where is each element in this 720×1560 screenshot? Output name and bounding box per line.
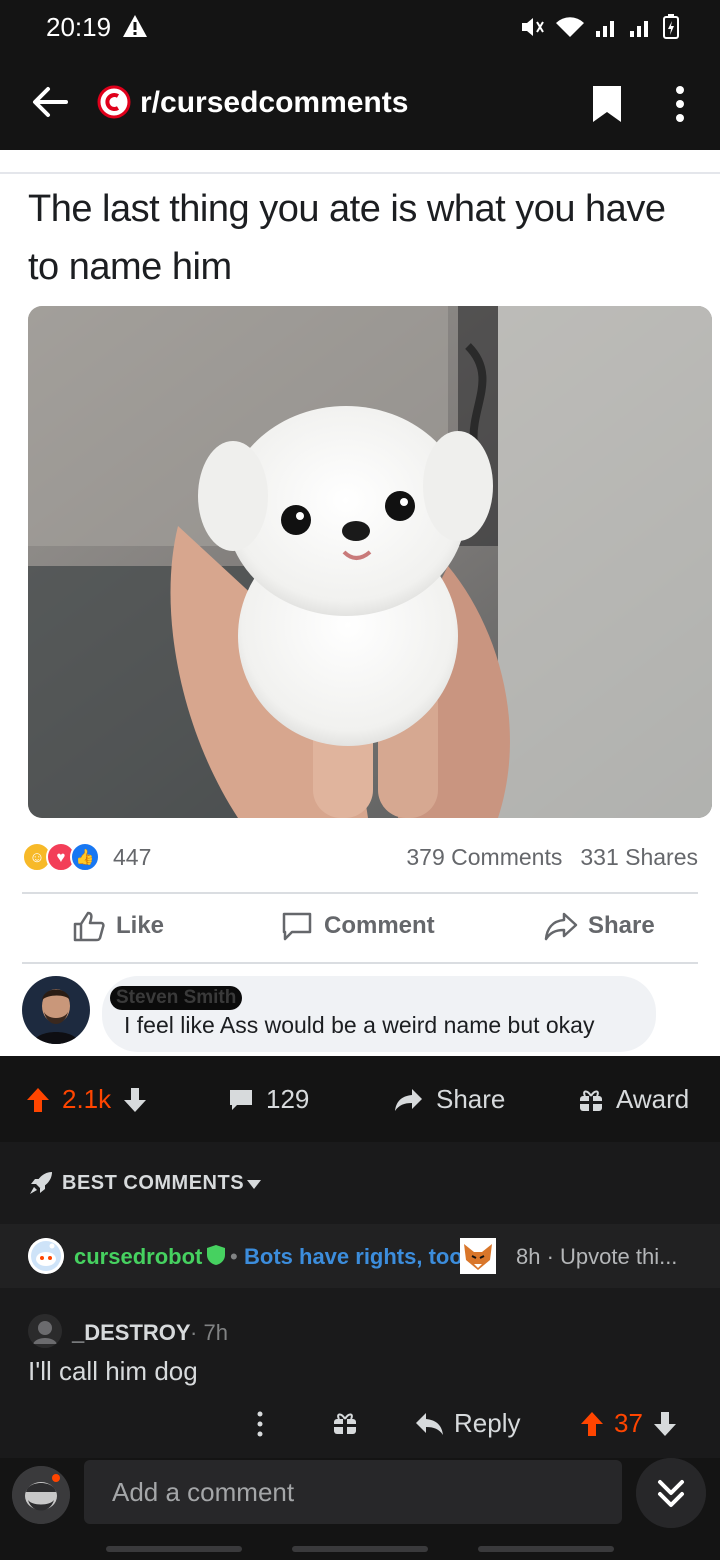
thumbs-up-icon <box>73 911 105 942</box>
nav-pill <box>106 1546 242 1552</box>
fb-action-row: Like Comment Share <box>0 910 720 950</box>
system-icons <box>520 14 680 40</box>
bot-avatar <box>28 1238 64 1274</box>
fb-like-label: Like <box>116 912 165 939</box>
current-user-avatar[interactable] <box>12 1466 70 1524</box>
gift-icon[interactable] <box>332 1408 358 1438</box>
system-nav-bar <box>0 1540 720 1560</box>
moderator-shield-icon <box>207 1245 225 1265</box>
like-react-icon: 👍 <box>70 842 100 872</box>
reply-arrow-icon <box>416 1412 443 1435</box>
post-comments-button[interactable]: 129 <box>228 1084 309 1115</box>
fb-shares-count: 331 Shares <box>580 844 698 870</box>
downvote-arrow-icon[interactable] <box>653 1411 677 1437</box>
subreddit-logo-icon[interactable] <box>96 84 132 120</box>
post-image[interactable]: The last thing you ate is what you have … <box>0 150 720 1056</box>
more-options-icon[interactable] <box>250 1408 270 1440</box>
bot-username[interactable]: cursedrobot <box>74 1244 202 1270</box>
share-arrow-icon <box>395 1088 422 1111</box>
fox-emoji-icon <box>460 1238 496 1274</box>
signal-icon <box>596 21 614 37</box>
upvote-arrow-icon[interactable] <box>580 1411 604 1437</box>
rocket-icon <box>30 1172 52 1194</box>
comment-item: _DESTROY · 7h I'll call him dog Reply 37 <box>0 1300 720 1458</box>
app-header: r/cursedcomments <box>0 54 720 150</box>
puppy-photo <box>28 306 712 818</box>
fb-comment-action: Comment <box>280 910 435 942</box>
post-award-label: Award <box>616 1084 690 1114</box>
comment-vote: 37 <box>580 1408 677 1439</box>
add-comment-input[interactable] <box>84 1460 622 1524</box>
fb-comment-text: I feel like Ass would be a weird name bu… <box>124 1012 595 1038</box>
chevron-down-icon <box>247 1180 261 1189</box>
wifi-icon <box>556 17 584 37</box>
nav-pill <box>478 1546 614 1552</box>
comment-age: · 7h <box>190 1320 228 1345</box>
share-arrow-icon <box>544 912 578 941</box>
post-award-button[interactable]: Award <box>578 1084 689 1115</box>
fb-comment-author-redacted: Steven Smith <box>110 986 243 1010</box>
back-arrow-icon[interactable] <box>30 82 70 122</box>
fb-comment-bubble: Steven Smith I feel like Ass would be a … <box>102 976 656 1052</box>
comment-toolbar: Reply 37 <box>0 1408 720 1448</box>
comment-username[interactable]: _DESTROY <box>72 1320 191 1346</box>
comment-body: I'll call him dog <box>28 1356 198 1386</box>
subreddit-name[interactable]: r/cursedcomments <box>140 86 408 120</box>
comment-bubble-icon <box>230 1089 252 1110</box>
fb-comment-label: Comment <box>324 912 435 939</box>
comment-sort[interactable]: BEST COMMENTS <box>0 1142 720 1224</box>
gift-icon <box>580 1090 602 1111</box>
nav-pill <box>292 1546 428 1552</box>
fb-share-action: Share <box>544 910 655 942</box>
sort-label: BEST COMMENTS <box>62 1172 245 1194</box>
user-avatar[interactable] <box>28 1314 62 1348</box>
mute-icon <box>522 18 544 36</box>
status-bar: 20:19 <box>0 0 720 54</box>
fb-post-text: The last thing you ate is what you have … <box>28 188 666 288</box>
comment-bubble-icon <box>282 912 312 941</box>
reply-button[interactable]: Reply <box>414 1408 520 1439</box>
post-vote: 2.1k <box>26 1084 147 1115</box>
fb-commenter-avatar <box>22 976 90 1044</box>
post-comment-count: 129 <box>266 1084 310 1114</box>
comment-score: 37 <box>614 1408 643 1438</box>
more-options-icon[interactable] <box>666 84 694 124</box>
divider <box>22 892 698 894</box>
divider <box>0 172 720 174</box>
bot-flair: Bots have rights, too! <box>244 1244 471 1269</box>
post-action-bar: 2.1k 129 Share Award <box>0 1056 720 1142</box>
reply-label: Reply <box>454 1408 521 1438</box>
bot-comment-meta: 8h · Upvote thi... <box>516 1244 678 1269</box>
post-share-label: Share <box>436 1084 506 1114</box>
separator-dot: • <box>230 1244 238 1269</box>
fb-share-label: Share <box>588 912 655 939</box>
status-time: 20:19 <box>46 12 112 42</box>
fb-comments-count: 379 Comments <box>406 844 563 870</box>
downvote-arrow-icon[interactable] <box>123 1087 147 1113</box>
post-score: 2.1k <box>62 1084 112 1114</box>
fb-counts: 379 Comments 331 Shares <box>406 844 698 871</box>
pinned-bot-comment[interactable]: cursedrobot • Bots have rights, too! 8h … <box>0 1224 720 1288</box>
fb-like-action: Like <box>72 910 164 942</box>
collapse-chevrons-icon[interactable] <box>636 1458 706 1528</box>
warning-icon <box>123 15 147 37</box>
post-share-button[interactable]: Share <box>394 1084 505 1115</box>
signal-icon <box>630 21 648 37</box>
battery-icon <box>663 14 679 39</box>
divider <box>22 962 698 964</box>
fb-reactions: ☺ ♥ 👍 <box>22 842 100 872</box>
upvote-arrow-icon[interactable] <box>26 1087 50 1113</box>
bookmark-icon[interactable] <box>590 84 624 124</box>
fb-reaction-count: 447 <box>113 844 152 870</box>
